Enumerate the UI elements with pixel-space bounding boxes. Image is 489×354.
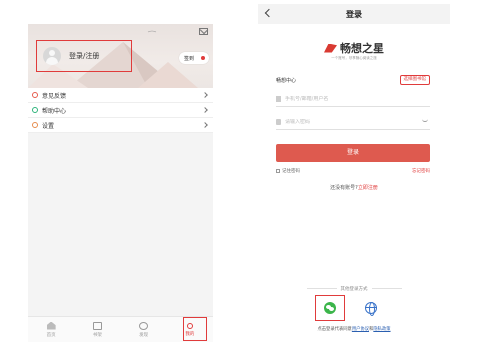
profile-menu: 意见反馈 帮助中心 设置 xyxy=(28,88,213,133)
agreement-prefix: 点击登录代表同意 xyxy=(317,327,352,332)
login-button[interactable]: 登录 xyxy=(276,144,430,162)
chevron-right-icon xyxy=(202,122,208,128)
avatar xyxy=(43,47,61,65)
register-prefix: 还没有账号? xyxy=(330,185,358,191)
account-input[interactable] xyxy=(285,95,405,102)
register-link[interactable]: 立即注册 xyxy=(358,185,378,191)
lock-icon xyxy=(276,118,281,125)
nav-bar: 登录 xyxy=(258,4,450,24)
screenshot-root: 登录/注册 签到 意见反馈 帮助中心 设置 首页 书架 发现 我的 登录 畅想之… xyxy=(0,0,489,354)
profile-header: 登录/注册 签到 xyxy=(28,24,213,88)
other-login-methods-text: 其他登录方式 xyxy=(340,287,368,292)
page-title: 登录 xyxy=(346,10,362,19)
signin-badge-dot xyxy=(201,56,205,60)
bottom-tab-bar: 首页 书架 发现 我的 xyxy=(28,316,213,342)
password-field xyxy=(276,114,430,130)
menu-item-help[interactable]: 帮助中心 xyxy=(28,103,213,118)
bookshelf-icon xyxy=(92,321,102,330)
eye-closed-icon[interactable] xyxy=(422,119,428,122)
help-icon xyxy=(32,107,38,113)
profile-screen: 登录/注册 签到 意见反馈 帮助中心 设置 首页 书架 发现 我的 xyxy=(28,24,213,342)
other-login-methods-label: 其他登录方式 xyxy=(258,286,450,292)
chevron-right-icon xyxy=(202,92,208,98)
login-register-button[interactable]: 登录/注册 xyxy=(36,40,132,72)
forgot-password-link[interactable]: 忘记密码 xyxy=(412,168,430,174)
remember-label: 记住密码 xyxy=(282,169,300,174)
wechat-icon xyxy=(324,302,336,314)
remember-password[interactable]: 记住密码 xyxy=(276,168,300,174)
discover-icon xyxy=(139,321,149,330)
center-label: 畅想中心 xyxy=(276,78,297,84)
register-prompt: 还没有账号?立即注册 xyxy=(258,184,450,191)
tab-bookshelf[interactable]: 书架 xyxy=(74,317,120,342)
menu-item-label: 意见反馈 xyxy=(42,92,67,100)
tab-profile-highlight xyxy=(183,317,207,341)
settings-icon xyxy=(32,122,38,128)
user-agreement-link[interactable]: 用户协议 xyxy=(352,327,369,332)
signin-button[interactable]: 签到 xyxy=(179,52,209,64)
mail-icon[interactable] xyxy=(199,28,208,35)
globe-icon[interactable] xyxy=(365,302,377,316)
menu-item-label: 帮助中心 xyxy=(42,107,67,115)
tab-label: 首页 xyxy=(46,332,56,338)
brand-slogan: 一个账号，尽享随心阅读之旅 xyxy=(331,56,377,60)
chevron-right-icon xyxy=(202,107,208,113)
privacy-policy-link[interactable]: 隐私政策 xyxy=(373,327,390,332)
brand-name: 畅想之星 xyxy=(340,42,384,55)
password-input[interactable] xyxy=(285,118,405,125)
menu-item-settings[interactable]: 设置 xyxy=(28,118,213,133)
brand-mark-icon xyxy=(324,43,337,53)
signin-label: 签到 xyxy=(184,55,195,62)
tab-discover[interactable]: 发现 xyxy=(121,317,167,342)
login-register-label: 登录/注册 xyxy=(69,52,100,60)
tab-label: 发现 xyxy=(139,332,149,338)
select-library-button[interactable]: 选择图书馆 xyxy=(399,75,430,85)
menu-item-feedback[interactable]: 意见反馈 xyxy=(28,88,213,103)
tab-label: 书架 xyxy=(92,332,102,338)
remember-checkbox[interactable] xyxy=(276,169,280,173)
home-icon xyxy=(46,321,56,330)
user-icon xyxy=(276,95,281,102)
feedback-icon xyxy=(32,92,38,98)
agreement-text: 点击登录代表同意用户协议和隐私政策 xyxy=(258,326,450,332)
brand-logo: 畅想之星 xyxy=(258,40,450,56)
wechat-login-button[interactable] xyxy=(315,295,345,321)
login-screen: 登录 畅想之星 一个账号，尽享随心阅读之旅 畅想中心 选择图书馆 登录 记住密码… xyxy=(258,0,450,354)
tab-home[interactable]: 首页 xyxy=(28,317,74,342)
account-field xyxy=(276,91,430,107)
center-row: 畅想中心 选择图书馆 xyxy=(276,75,430,87)
menu-item-label: 设置 xyxy=(42,122,55,130)
